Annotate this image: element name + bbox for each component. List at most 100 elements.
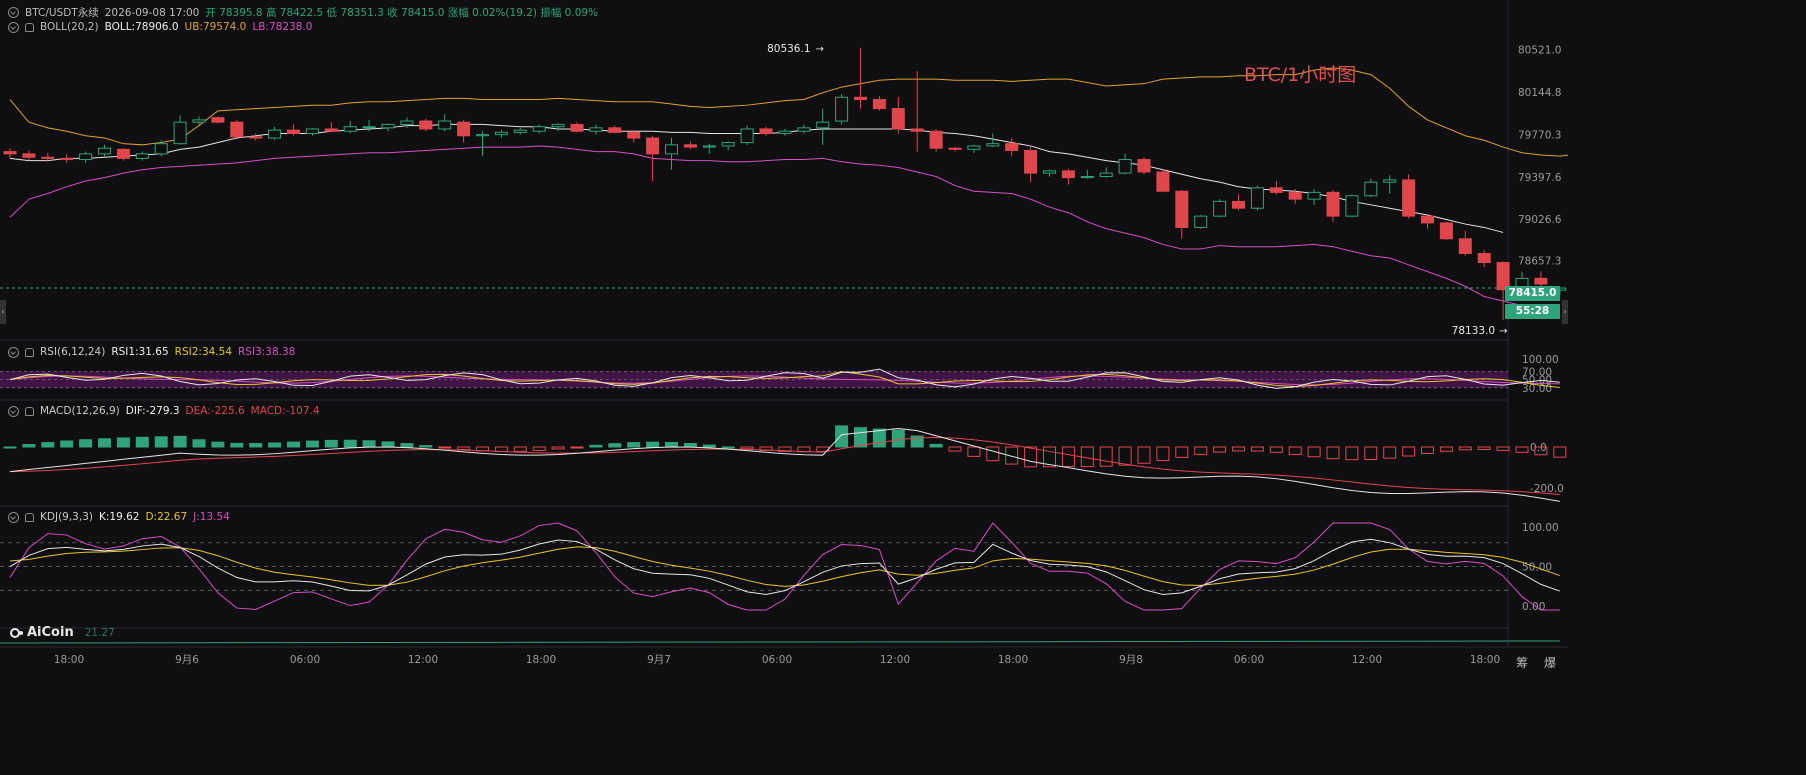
macd-histogram-bar <box>362 440 376 448</box>
candle-body <box>419 120 433 130</box>
macd-histogram-bar <box>400 443 414 448</box>
candle-body <box>1118 159 1132 174</box>
candle-body <box>343 126 357 132</box>
macd-histogram-bar <box>1024 446 1038 468</box>
price-axis-label: 78657.3 <box>1518 256 1561 268</box>
macd-histogram-bar <box>1118 446 1132 466</box>
candle-body <box>1326 191 1340 217</box>
macd-histogram-bar <box>532 446 546 451</box>
collapse-icon[interactable] <box>8 21 19 33</box>
time-axis-label: 06:00 <box>762 654 792 666</box>
macd-histogram-bar <box>3 446 17 449</box>
macd-histogram-bar <box>249 443 263 448</box>
low-annotation: 78133.0 <box>1452 325 1495 337</box>
macd-histogram-bar <box>1288 446 1302 455</box>
macd-histogram-bar <box>1269 446 1283 453</box>
candle-body <box>683 144 697 148</box>
macd-histogram-bar <box>438 446 452 449</box>
macd-histogram-bar <box>948 446 962 452</box>
aicoin-logo-icon <box>10 627 23 638</box>
time-axis-label: 06:00 <box>290 654 320 666</box>
right-panel-handle[interactable]: › <box>1562 300 1568 324</box>
price-axis-label: 79397.6 <box>1518 172 1562 184</box>
candle-body <box>381 123 395 129</box>
macd-histogram-bar <box>1156 446 1170 462</box>
bell-icon[interactable] <box>25 347 34 357</box>
candle-body <box>1402 179 1416 217</box>
rsi1-value: RSI1:31.65 <box>111 346 169 358</box>
candle-body <box>1194 215 1208 228</box>
candle-body <box>1024 149 1038 174</box>
macd-histogram-bar <box>211 441 225 448</box>
macd-histogram-bar <box>1326 446 1340 460</box>
ohlc-label: 开 78395.8 高 78422.5 低 78351.3 收 78415.0 … <box>205 7 599 19</box>
candle-body <box>1345 195 1359 217</box>
candle-body <box>929 130 943 149</box>
candle-body <box>740 128 754 144</box>
price-axis-label: 79026.6 <box>1518 214 1562 226</box>
candle-body <box>211 117 225 123</box>
boll-lb-value: LB:78238.0 <box>252 21 313 33</box>
macd-histogram-bar <box>665 441 678 448</box>
candle-body <box>98 147 111 155</box>
macd-histogram-bar <box>1364 446 1378 461</box>
collapse-icon[interactable] <box>8 346 19 358</box>
candle-body <box>1232 200 1245 209</box>
candle-body <box>1421 215 1434 224</box>
macd-histogram-bar <box>513 446 527 452</box>
logo-text: AiCoin <box>27 625 74 640</box>
candle-body <box>1043 170 1056 174</box>
macd-histogram-bar <box>41 442 55 448</box>
macd-histogram-bar <box>230 442 244 448</box>
candle-body <box>1439 222 1453 240</box>
macd-histogram-bar <box>60 440 74 448</box>
candle-body <box>192 119 206 123</box>
j-value: J:13.54 <box>193 511 230 523</box>
candle-body <box>1213 200 1227 217</box>
macd-histogram-bar <box>1213 446 1227 453</box>
bottom-indicator-line <box>0 640 1560 644</box>
candle-body <box>22 153 36 158</box>
candle-body <box>305 128 319 134</box>
macd-histogram-bar <box>287 441 300 448</box>
left-panel-handle[interactable]: ‹ <box>0 300 6 324</box>
macd-histogram-bar <box>1515 446 1529 453</box>
candle-body <box>287 129 300 134</box>
candle-body <box>1099 172 1113 178</box>
macd-histogram-bar <box>1553 446 1567 458</box>
candle-body <box>759 128 773 134</box>
bell-icon[interactable] <box>25 512 34 522</box>
k-value: K:19.62 <box>98 511 140 523</box>
bottom-right-tools[interactable]: 筹 爆 <box>1516 654 1562 671</box>
chart-canvas[interactable]: 80521.0 80144.8 79770.3 79397.6 79026.6 78657… <box>0 0 1568 673</box>
candle-body <box>1364 181 1378 197</box>
macd-axis-label: 0.0 <box>1530 442 1547 454</box>
macd-histogram-bar <box>1496 446 1510 451</box>
time-axis-label: 9月8 <box>1119 654 1143 666</box>
rsi3-value: RSI3:38.38 <box>238 346 296 358</box>
rsi-legend: RSI(6,12,24) RSI1:31.65 RSI2:34.54 RSI3:… <box>8 346 295 358</box>
boll-legend: BOLL(20,2) BOLL:78906.0 UB:79574.0 LB:78… <box>8 21 312 33</box>
symbol-legend: BTC/USDT永续 2026-09-08 17:00 开 78395.8 高 … <box>8 5 598 20</box>
time-axis-label: 12:00 <box>408 654 438 666</box>
macd-histogram-bar <box>1421 446 1434 454</box>
macd-histogram-bar <box>1061 446 1075 467</box>
collapse-icon[interactable] <box>8 7 19 18</box>
candle-body <box>910 128 924 132</box>
macd-histogram-bar <box>1383 446 1397 459</box>
collapse-icon[interactable] <box>8 511 19 523</box>
macd-histogram-bar <box>116 437 130 448</box>
collapse-icon[interactable] <box>8 405 19 417</box>
macd-histogram-bar <box>929 443 943 448</box>
macd-histogram-bar <box>1175 446 1189 458</box>
macd-value: MACD:-107.4 <box>250 405 320 417</box>
macd-histogram-bar <box>627 442 641 448</box>
bell-icon[interactable] <box>25 406 34 416</box>
macd-histogram-bar <box>967 446 981 457</box>
datetime-label: 2026-09-08 17:00 <box>104 6 200 19</box>
candle-body <box>249 136 263 139</box>
candle-body <box>816 121 830 129</box>
candle-body <box>476 134 489 137</box>
bell-icon[interactable] <box>25 22 34 32</box>
macd-histogram-bar <box>740 446 754 450</box>
